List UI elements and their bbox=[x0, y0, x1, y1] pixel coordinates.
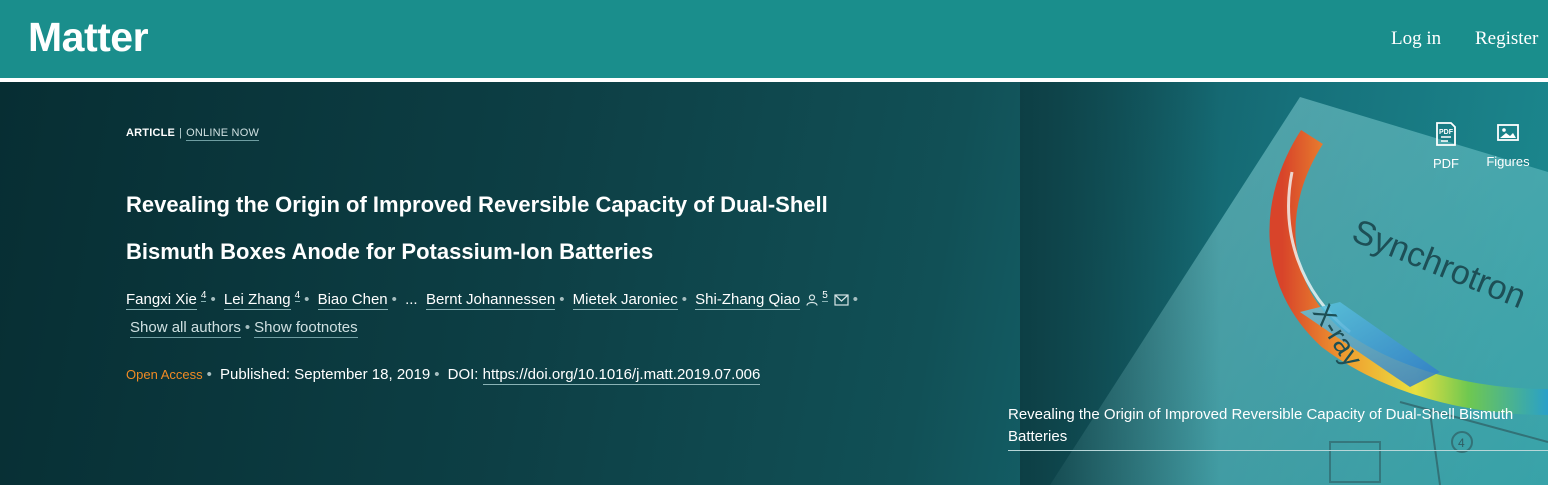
published-date: Published: September 18, 2019 bbox=[220, 366, 431, 383]
article-hero: 4 Synchrotron X-ray ARTICLE | ONLINE NOW R… bbox=[0, 82, 1548, 485]
author-separator: • bbox=[559, 291, 565, 308]
svg-text:PDF: PDF bbox=[1439, 129, 1454, 136]
doi-label: DOI: bbox=[447, 366, 479, 383]
online-now-link[interactable]: ONLINE NOW bbox=[186, 127, 260, 141]
author-link[interactable]: Biao Chen bbox=[317, 291, 388, 310]
pdf-button[interactable]: PDF PDF bbox=[1416, 122, 1476, 171]
authors-ellipsis: ... bbox=[405, 291, 418, 308]
login-link[interactable]: Log in bbox=[1391, 28, 1441, 50]
article-title: Revealing the Origin of Improved Reversi… bbox=[126, 192, 828, 264]
figures-button[interactable]: Figures bbox=[1478, 122, 1538, 169]
author-list: Fangxi Xie 4 • Lei Zhang 4 • Biao Chen • ... … bbox=[126, 290, 862, 310]
article-type-separator: | bbox=[179, 127, 183, 139]
pubinfo-separator: • bbox=[206, 366, 212, 383]
author-link[interactable]: Lei Zhang bbox=[223, 291, 291, 310]
corresponding-author-icon bbox=[806, 294, 818, 306]
article-type-line: ARTICLE | ONLINE NOW bbox=[126, 127, 260, 141]
article-type-label: ARTICLE bbox=[126, 127, 176, 139]
author-link[interactable]: Fangxi Xie bbox=[126, 291, 197, 310]
site-header: Matter Log in Register bbox=[0, 0, 1548, 78]
register-link[interactable]: Register bbox=[1475, 28, 1538, 50]
pdf-icon: PDF bbox=[1436, 122, 1456, 146]
publication-info: Open Access • Published: September 18, 20… bbox=[126, 366, 761, 385]
matter-logo[interactable]: Matter bbox=[28, 14, 149, 61]
author-separator: • bbox=[210, 291, 216, 308]
author-link[interactable]: Mietek Jaroniec bbox=[572, 291, 678, 310]
figures-icon bbox=[1497, 124, 1519, 141]
author-link[interactable]: Bernt Johannessen bbox=[425, 291, 556, 310]
pubinfo-separator: • bbox=[434, 366, 440, 383]
author-separator: • bbox=[852, 291, 859, 308]
author-footnote[interactable]: 4 bbox=[294, 290, 301, 302]
author-footnote[interactable]: 5 bbox=[822, 290, 828, 302]
pdf-label: PDF bbox=[1433, 156, 1459, 171]
show-all-authors-link[interactable]: Show all authors bbox=[130, 319, 241, 338]
author-footnote[interactable]: 4 bbox=[200, 290, 207, 302]
author-toggle-links: Show all authors • Show footnotes bbox=[130, 319, 358, 338]
author-separator: • bbox=[681, 291, 687, 308]
open-access-badge[interactable]: Open Access bbox=[126, 367, 203, 382]
author-separator: • bbox=[304, 291, 310, 308]
cover-image-caption[interactable]: Revealing the Origin of Improved Reversi… bbox=[1008, 404, 1548, 451]
links-separator: • bbox=[244, 319, 251, 336]
show-footnotes-link[interactable]: Show footnotes bbox=[254, 319, 358, 338]
author-link[interactable]: Shi-Zhang Qiao bbox=[695, 291, 801, 310]
doi-link[interactable]: https://doi.org/10.1016/j.matt.2019.07.0… bbox=[482, 366, 761, 385]
author-separator: • bbox=[391, 291, 397, 308]
figures-label: Figures bbox=[1486, 154, 1530, 169]
mail-icon[interactable] bbox=[834, 294, 849, 306]
